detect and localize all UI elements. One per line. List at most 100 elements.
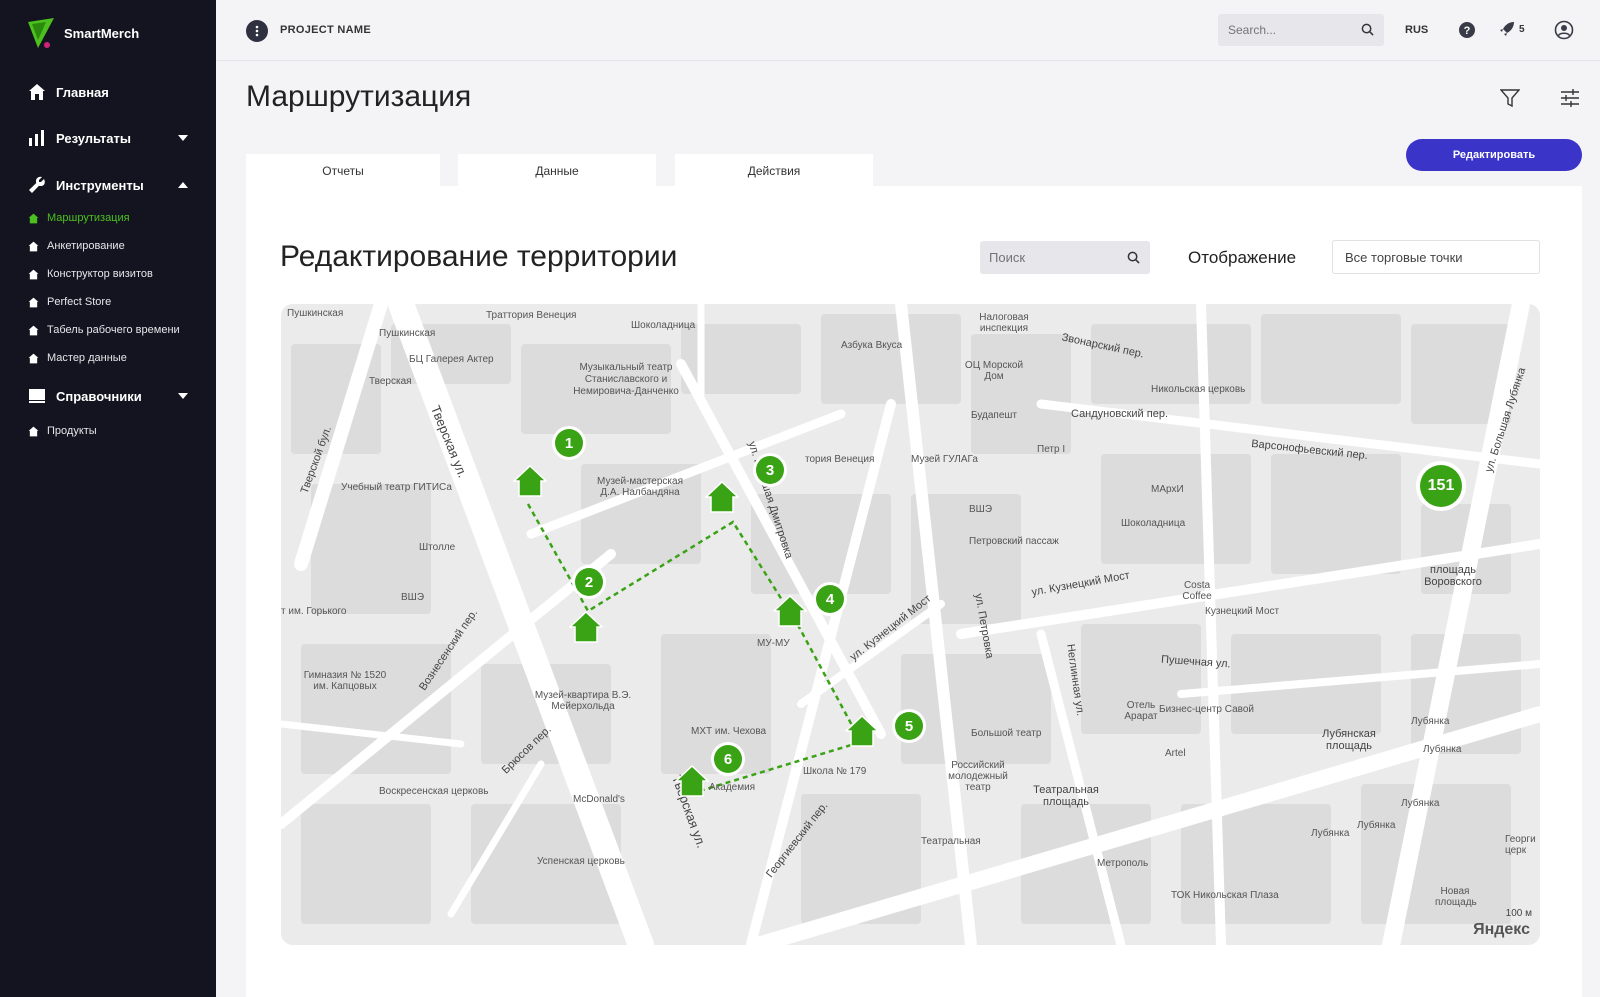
more-menu-icon[interactable] xyxy=(246,20,268,42)
help-icon[interactable]: ? xyxy=(1458,21,1476,44)
map-label: МУ-МУ xyxy=(757,638,790,649)
map-label: Театральная площадь xyxy=(1033,784,1099,808)
sidebar-item-products[interactable]: Продукты xyxy=(28,425,97,437)
tab-data[interactable]: Данные xyxy=(458,154,656,188)
chevron-down-icon[interactable] xyxy=(178,135,188,141)
map-label: Лубянка xyxy=(1423,744,1462,755)
map-label: Лубянская площадь xyxy=(1322,728,1376,752)
route-point-badge[interactable]: 1 xyxy=(552,426,586,460)
map-label: Никольская церковь xyxy=(1151,384,1246,395)
section-title: Редактирование территории xyxy=(280,240,678,273)
map-label: Кузнецкий Мост xyxy=(1205,606,1280,617)
territory-search xyxy=(980,241,1150,274)
store-pin-icon[interactable] xyxy=(845,714,879,748)
home-icon xyxy=(28,213,39,224)
edit-button[interactable]: Редактировать xyxy=(1406,139,1582,171)
home-icon xyxy=(28,325,39,336)
route-point-badge[interactable]: 3 xyxy=(753,453,787,487)
nav-results-label: Результаты xyxy=(56,130,131,146)
map-provider-logo: Яндекс xyxy=(1473,921,1530,938)
page-title: Маршрутизация xyxy=(246,80,472,113)
home-icon xyxy=(28,297,39,308)
sidebar-item-label: Конструктор визитов xyxy=(47,268,153,280)
store-pin-icon[interactable] xyxy=(675,764,709,798)
map-label: Отель Арарат xyxy=(1124,700,1158,722)
chevron-up-icon[interactable] xyxy=(178,182,188,188)
settings-sliders-icon[interactable] xyxy=(1560,88,1580,113)
nav-home-label: Главная xyxy=(56,84,109,100)
chevron-down-icon[interactable] xyxy=(178,393,188,399)
sidebar-item-label: Маршрутизация xyxy=(47,212,130,224)
map-label: Шоколадница xyxy=(631,320,696,331)
map-label: Успенская церковь xyxy=(537,856,625,867)
cluster-count: 151 xyxy=(1420,465,1462,507)
map-label: Музей-мастерская Д.А. Налбандяна xyxy=(597,476,683,498)
sidebar-item-timesheet[interactable]: Табель рабочего времени xyxy=(28,324,180,336)
nav-references[interactable]: Справочники xyxy=(28,387,188,405)
project-name[interactable]: PROJECT NAME xyxy=(280,24,371,36)
app-logo[interactable]: SmartMerch xyxy=(28,18,139,48)
map-label: ВШЭ xyxy=(401,592,425,603)
map-label: Новая площадь xyxy=(1435,886,1477,908)
sidebar-item-routing[interactable]: Маршрутизация xyxy=(28,212,130,224)
map-label: Метрополь xyxy=(1097,858,1149,869)
nav-references-label: Справочники xyxy=(56,388,142,404)
map-label: площадь Воровского xyxy=(1424,564,1482,588)
svg-text:?: ? xyxy=(1464,25,1471,37)
map-label: McDonald's xyxy=(573,794,625,805)
notifications[interactable]: 5 xyxy=(1499,21,1525,37)
store-pin-icon[interactable] xyxy=(705,480,739,514)
sidebar-item-survey[interactable]: Анкетирование xyxy=(28,240,125,252)
home-icon xyxy=(28,241,39,252)
filter-icon[interactable] xyxy=(1499,88,1521,113)
route-point-badge[interactable]: 2 xyxy=(572,565,606,599)
route-map[interactable]: Пушкинская Пушкинская БЦ Галерея Актер Т… xyxy=(281,304,1540,945)
map-label: Лубянка xyxy=(1357,820,1396,831)
language-selector[interactable]: RUS xyxy=(1405,24,1428,36)
nav-results[interactable]: Результаты xyxy=(28,129,188,147)
global-search-input[interactable] xyxy=(1218,14,1348,46)
sidebar-item-label: Продукты xyxy=(47,425,97,437)
store-pin-icon[interactable] xyxy=(513,464,547,498)
route-point-badge[interactable]: 5 xyxy=(892,709,926,743)
sidebar-item-label: Perfect Store xyxy=(47,296,112,308)
sidebar-item-perfect-store[interactable]: Perfect Store xyxy=(28,296,111,308)
search-icon[interactable] xyxy=(1361,23,1374,36)
map-label: ВШЭ xyxy=(969,504,993,515)
search-icon[interactable] xyxy=(1127,251,1140,264)
map-label: БЦ Галерея Актер xyxy=(409,354,494,365)
map-label: ОЦ Морской Дом xyxy=(964,360,1024,382)
rocket-icon xyxy=(1500,22,1514,36)
sidebar-item-label: Табель рабочего времени xyxy=(47,324,180,336)
route-point-number: 5 xyxy=(895,712,923,740)
home-icon xyxy=(28,426,39,437)
map-label: МХТ им. Чехова xyxy=(691,726,767,737)
route-point-badge[interactable]: 4 xyxy=(813,582,847,616)
wrench-icon xyxy=(28,176,46,194)
tab-reports[interactable]: Отчеты xyxy=(246,154,440,188)
tab-actions[interactable]: Действия xyxy=(675,154,873,188)
notifications-count: 5 xyxy=(1519,23,1525,35)
map-label: Гимназия № 1520 им. Капцовых xyxy=(303,670,387,692)
territory-search-input[interactable] xyxy=(980,241,1120,274)
route-point-number: 2 xyxy=(575,568,603,596)
map-label: т им. Горького xyxy=(281,606,347,617)
nav-home[interactable]: Главная xyxy=(28,83,188,101)
sidebar-item-master-data[interactable]: Мастер данные xyxy=(28,352,127,364)
route-point-number: 1 xyxy=(555,429,583,457)
nav-tools[interactable]: Инструменты xyxy=(28,176,188,194)
store-cluster-badge[interactable]: 151 xyxy=(1416,461,1466,511)
map-label: Музей ГУЛАГа xyxy=(911,454,978,465)
map-label: Costa Coffee xyxy=(1182,580,1212,602)
store-pin-icon[interactable] xyxy=(773,594,807,628)
sidebar-item-visit-builder[interactable]: Конструктор визитов xyxy=(28,268,153,280)
sidebar-item-label: Мастер данные xyxy=(47,352,127,364)
map-label: тория Венеция xyxy=(805,454,875,465)
home-icon xyxy=(28,269,39,280)
map-label: Сандуновский пер. xyxy=(1071,408,1168,420)
display-select[interactable]: Все торговые точки xyxy=(1332,240,1540,274)
nav-tools-label: Инструменты xyxy=(56,177,144,193)
user-avatar-icon[interactable] xyxy=(1554,20,1574,45)
route-point-badge[interactable]: 6 xyxy=(711,742,745,776)
store-pin-icon[interactable] xyxy=(569,610,603,644)
